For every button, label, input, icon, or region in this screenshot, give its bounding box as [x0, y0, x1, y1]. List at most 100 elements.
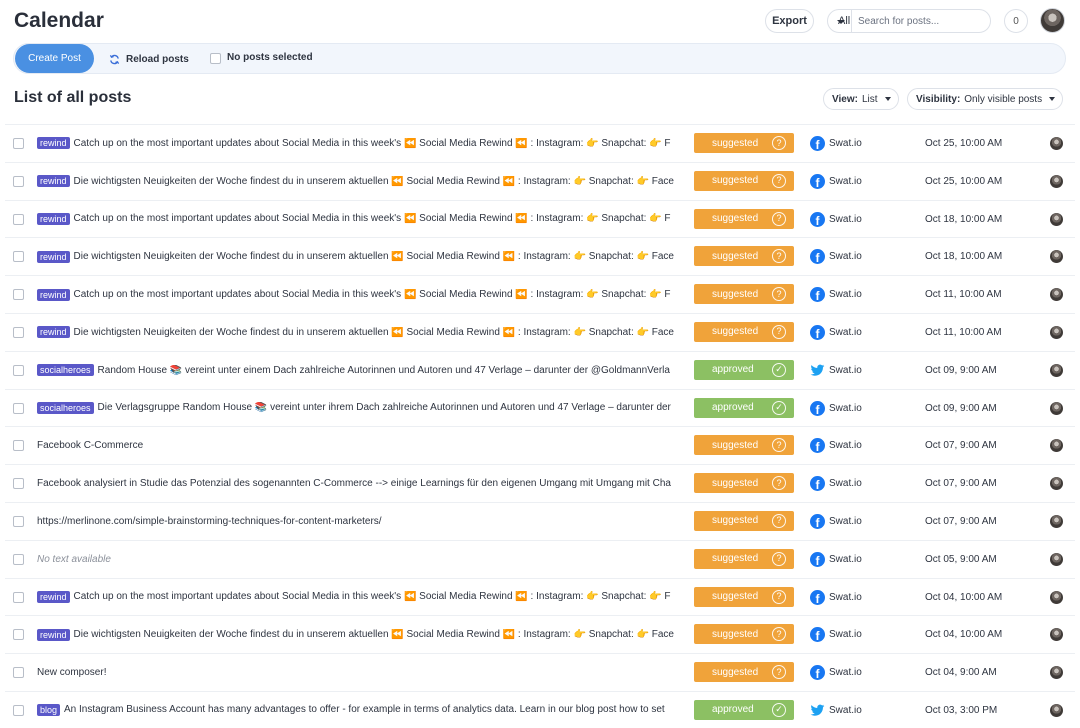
status-badge[interactable]: suggested?	[694, 662, 794, 683]
status-badge[interactable]: approved ✓	[694, 699, 794, 720]
status-badge[interactable]: suggested?	[694, 284, 794, 305]
post-content[interactable]: Facebook C-Commerce	[37, 427, 687, 464]
post-checkbox[interactable]	[13, 138, 24, 149]
post-row[interactable]: socialheroes Random House 📚 vereint unter…	[5, 350, 1075, 389]
post-row[interactable]: Facebook analysiert in Studie das Potenz…	[5, 464, 1075, 502]
chevron-down-icon	[1049, 97, 1056, 101]
post-tag[interactable]: rewind	[37, 628, 70, 641]
post-checkbox[interactable]	[13, 175, 24, 187]
post-tag[interactable]: blog	[37, 703, 61, 716]
post-content[interactable]: rewind Die wichtigsten Neuigkeiten der Wo…	[37, 238, 687, 275]
post-tag[interactable]: rewind	[37, 288, 70, 301]
account-name: Swat.io	[829, 289, 862, 301]
visibility-dropdown[interactable]: Visibility: Only visible posts	[907, 88, 1064, 110]
post-checkbox[interactable]	[13, 326, 24, 338]
post-checkbox[interactable]	[13, 364, 24, 376]
user-avatar[interactable]	[1040, 8, 1065, 33]
search-filter-group: All	[827, 9, 991, 33]
author-avatar	[1050, 363, 1063, 377]
question-icon: ?	[772, 324, 786, 339]
search-input[interactable]	[852, 10, 990, 32]
status-badge[interactable]: suggested?	[694, 133, 794, 153]
post-tag[interactable]: rewind	[37, 212, 70, 225]
post-tag[interactable]: rewind	[37, 137, 70, 150]
post-content[interactable]: rewind Catch up on the most important upd…	[37, 579, 687, 616]
post-row[interactable]: rewind Catch up on the most important upd…	[5, 275, 1075, 313]
post-content[interactable]: rewind Catch up on the most important upd…	[37, 276, 687, 313]
post-checkbox[interactable]	[13, 704, 24, 716]
check-icon: ✓	[772, 400, 786, 415]
status-label: suggested	[712, 439, 759, 451]
post-row[interactable]: rewind Die wichtigsten Neuigkeiten der Wo…	[5, 237, 1075, 275]
account-name: Swat.io	[829, 138, 862, 149]
post-content[interactable]: rewind Die wichtigsten Neuigkeiten der Wo…	[37, 616, 687, 653]
post-row[interactable]: New composer! suggested? f Swat.io Oct 04, 9…	[5, 653, 1075, 691]
account-name: Swat.io	[829, 440, 862, 452]
filter-select[interactable]: All	[828, 10, 852, 32]
post-tag[interactable]: socialheroes	[37, 364, 94, 377]
post-checkbox[interactable]	[13, 402, 24, 414]
status-badge[interactable]: suggested?	[694, 435, 794, 456]
post-content[interactable]: rewind Catch up on the most important upd…	[37, 125, 687, 162]
post-checkbox[interactable]	[13, 289, 24, 301]
post-row[interactable]: No text available suggested? f Swat.io Oct 0…	[5, 539, 1075, 578]
post-content[interactable]: Facebook analysiert in Studie das Potenz…	[37, 465, 687, 502]
author-avatar	[1050, 514, 1063, 528]
post-row[interactable]: rewind Die wichtigsten Neuigkeiten der Wo…	[5, 161, 1075, 200]
view-dropdown[interactable]: View: List	[823, 88, 899, 110]
status-badge[interactable]: suggested?	[694, 510, 794, 531]
post-date: Oct 18, 10:00 AM	[925, 213, 1003, 225]
status-badge[interactable]: suggested?	[694, 246, 794, 267]
post-checkbox[interactable]	[13, 553, 24, 565]
status-badge[interactable]: suggested?	[694, 170, 794, 191]
post-checkbox[interactable]	[13, 440, 24, 452]
post-content[interactable]: socialheroes Die Verlagsgruppe Random Hou…	[37, 390, 687, 427]
export-button[interactable]: Export	[765, 9, 814, 33]
status-badge[interactable]: suggested?	[694, 624, 794, 645]
facebook-icon: f	[810, 438, 825, 454]
post-content[interactable]: blog An Instagram Business Account has ma…	[37, 692, 687, 728]
post-content[interactable]: rewind Catch up on the most important upd…	[37, 201, 687, 238]
post-tag[interactable]: socialheroes	[37, 401, 94, 414]
post-content[interactable]: https://merlinone.com/simple-brainstormi…	[37, 503, 687, 540]
post-content[interactable]: socialheroes Random House 📚 vereint unter…	[37, 352, 687, 389]
status-badge[interactable]: suggested?	[694, 208, 794, 229]
post-checkbox[interactable]	[13, 478, 24, 490]
post-row[interactable]: socialheroes Die Verlagsgruppe Random Hou…	[5, 388, 1075, 427]
post-content[interactable]: No text available	[37, 541, 687, 578]
post-row[interactable]: rewind Catch up on the most important upd…	[5, 124, 1075, 162]
create-post-button[interactable]: Create Post	[15, 44, 94, 73]
post-tag[interactable]: rewind	[37, 175, 70, 188]
post-checkbox[interactable]	[13, 667, 24, 679]
status-badge[interactable]: approved ✓	[694, 359, 794, 380]
post-content[interactable]: rewind Die wichtigsten Neuigkeiten der Wo…	[37, 314, 687, 351]
author-avatar	[1050, 288, 1063, 302]
status-badge[interactable]: suggested?	[694, 548, 794, 569]
select-all-checkbox[interactable]	[210, 53, 221, 64]
post-row[interactable]: https://merlinone.com/simple-brainstormi…	[5, 501, 1075, 540]
status-badge[interactable]: suggested?	[694, 586, 794, 607]
post-row[interactable]: rewind Catch up on the most important upd…	[5, 577, 1075, 616]
post-checkbox[interactable]	[13, 629, 24, 641]
post-content[interactable]: New composer!	[37, 654, 687, 691]
post-checkbox[interactable]	[13, 515, 24, 527]
post-row[interactable]: rewind Die wichtigsten Neuigkeiten der Wo…	[5, 615, 1075, 653]
author-avatar	[1050, 477, 1063, 491]
post-row[interactable]: blog An Instagram Business Account has ma…	[5, 690, 1075, 728]
post-checkbox[interactable]	[13, 591, 24, 603]
status-badge[interactable]: approved ✓	[694, 397, 794, 418]
post-row[interactable]: Facebook C-Commerce suggested? f Swat.io Oct…	[5, 426, 1075, 464]
post-checkbox[interactable]	[13, 251, 24, 263]
post-tag[interactable]: rewind	[37, 250, 70, 263]
notification-count-badge[interactable]: 0	[1004, 9, 1028, 33]
post-checkbox[interactable]	[13, 213, 24, 225]
post-row[interactable]: rewind Die wichtigsten Neuigkeiten der Wo…	[5, 312, 1075, 351]
status-badge[interactable]: suggested?	[694, 473, 794, 494]
status-badge[interactable]: suggested?	[694, 321, 794, 342]
post-tag[interactable]: rewind	[37, 590, 70, 603]
post-row[interactable]: rewind Catch up on the most important upd…	[5, 199, 1075, 238]
post-content[interactable]: rewind Die wichtigsten Neuigkeiten der Wo…	[37, 163, 687, 200]
chevron-down-icon	[884, 97, 891, 101]
post-tag[interactable]: rewind	[37, 326, 70, 339]
reload-posts-button[interactable]: Reload posts	[109, 52, 189, 66]
